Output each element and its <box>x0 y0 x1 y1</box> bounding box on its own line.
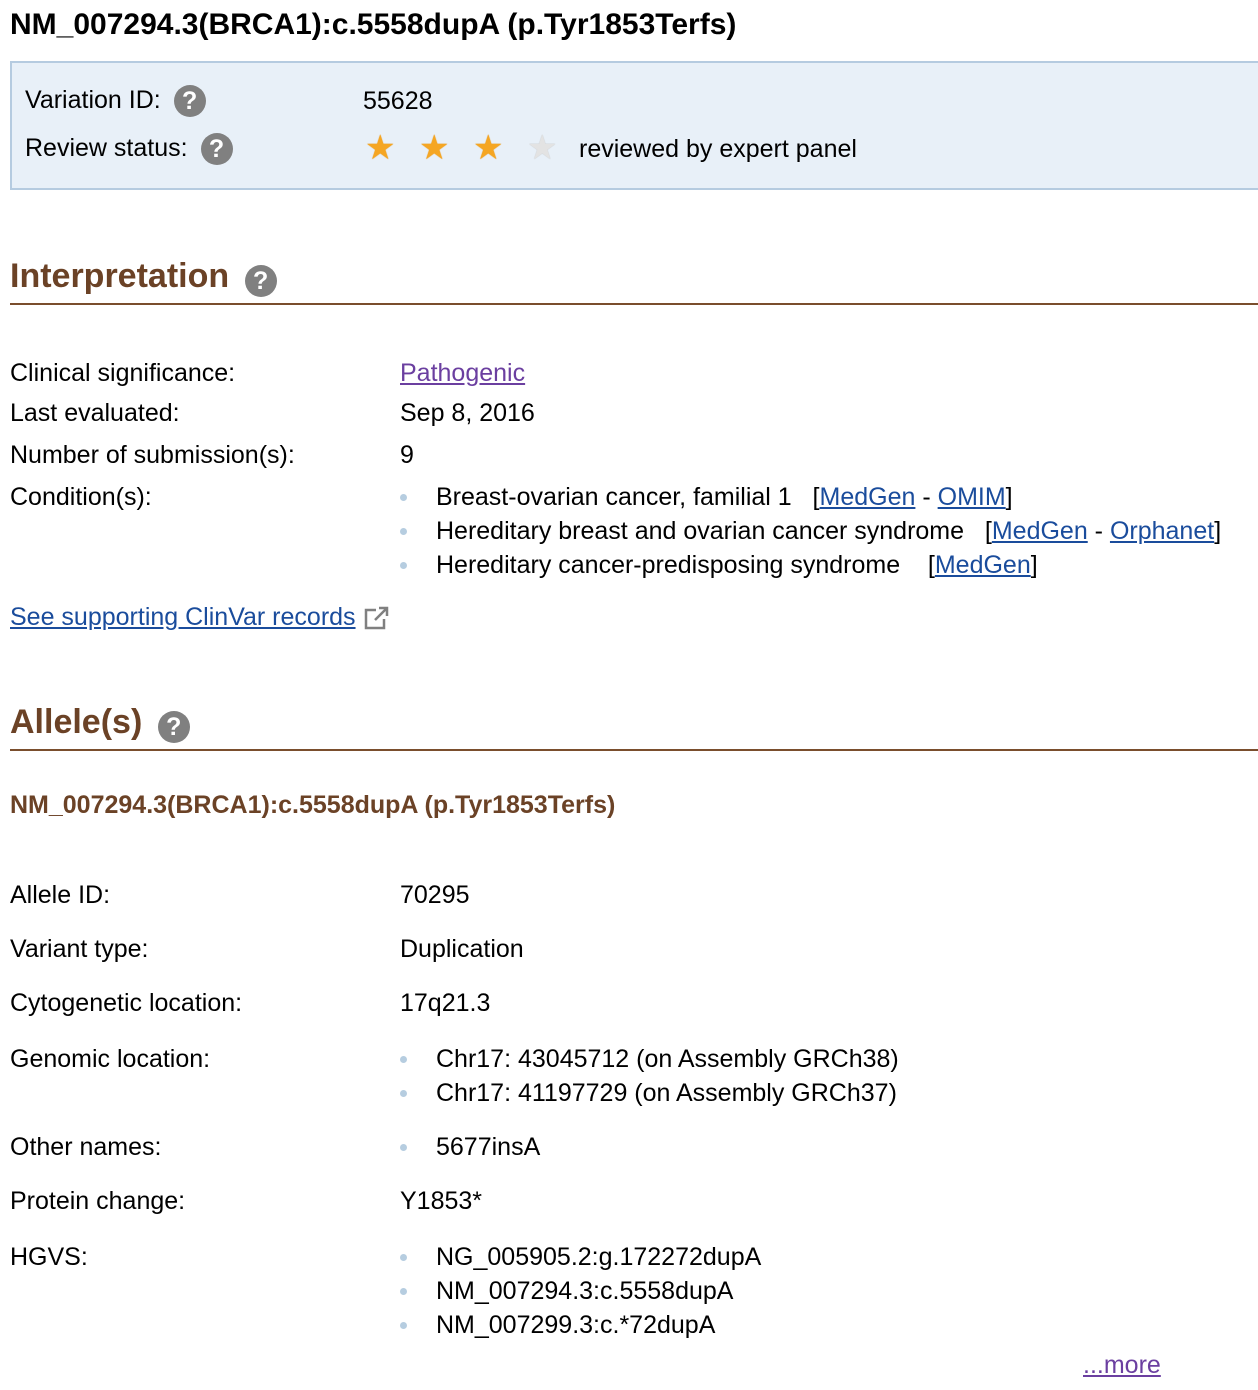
list-bullet <box>400 1254 407 1261</box>
list-bullet <box>400 562 407 569</box>
cytogenetic-value: 17q21.3 <box>400 989 491 1017</box>
help-icon[interactable]: ? <box>157 711 190 744</box>
allele-name: NM_007294.3(BRCA1):c.5558dupA (p.Tyr1853… <box>10 791 616 819</box>
cytogenetic-label: Cytogenetic location: <box>10 989 243 1017</box>
review-status-label: Review status: ? <box>25 132 233 166</box>
star-icon: ★ <box>419 129 450 167</box>
help-icon[interactable]: ? <box>244 265 277 298</box>
clinical-significance-label: Clinical significance: <box>10 359 236 387</box>
clinical-significance-link[interactable]: Pathogenic <box>400 357 525 389</box>
list-bullet <box>400 1288 407 1295</box>
last-evaluated-value: Sep 8, 2016 <box>400 399 535 427</box>
supporting-records-link[interactable]: See supporting ClinVar records <box>10 603 356 631</box>
section-divider <box>10 749 1258 751</box>
interpretation-heading: Interpretation ? <box>10 256 277 298</box>
list-bullet <box>400 494 407 501</box>
variation-summary-box <box>10 61 1258 190</box>
help-icon[interactable]: ? <box>200 133 233 166</box>
page-title: NM_007294.3(BRCA1):c.5558dupA (p.Tyr1853… <box>10 8 737 41</box>
genomic-location-item: Chr17: 43045712 (on Assembly GRCh38) <box>436 1045 899 1073</box>
omim-link[interactable]: OMIM <box>938 483 1006 511</box>
medgen-link[interactable]: MedGen <box>935 551 1031 579</box>
other-name-item: 5677insA <box>436 1133 541 1161</box>
external-link-icon[interactable] <box>364 605 390 631</box>
star-icon: ★ <box>365 129 396 167</box>
last-evaluated-label: Last evaluated: <box>10 399 180 427</box>
list-bullet <box>400 1322 407 1329</box>
genomic-location-label: Genomic location: <box>10 1045 211 1073</box>
protein-change-label: Protein change: <box>10 1187 186 1215</box>
condition-item: Breast-ovarian cancer, familial 1 [MedGe… <box>436 483 1013 511</box>
section-divider <box>10 303 1258 305</box>
submissions-value: 9 <box>400 441 414 469</box>
hgvs-item: NM_007294.3:c.5558dupA <box>436 1277 734 1305</box>
variant-type-label: Variant type: <box>10 935 149 963</box>
other-names-label: Other names: <box>10 1133 162 1161</box>
list-bullet <box>400 1056 407 1063</box>
conditions-label: Condition(s): <box>10 483 152 511</box>
allele-id-label: Allele ID: <box>10 881 111 909</box>
variation-id-label: Variation ID: ? <box>25 84 206 118</box>
alleles-heading: Allele(s) ? <box>10 702 190 744</box>
submissions-label: Number of submission(s): <box>10 441 295 469</box>
supporting-records: See supporting ClinVar records <box>10 601 390 633</box>
condition-item: Hereditary breast and ovarian cancer syn… <box>436 517 1222 545</box>
orphanet-link[interactable]: Orphanet <box>1110 517 1214 545</box>
star-icon: ★ <box>473 129 504 167</box>
hgvs-item: NM_007299.3:c.*72dupA <box>436 1311 716 1339</box>
medgen-link[interactable]: MedGen <box>992 517 1088 545</box>
medgen-link[interactable]: MedGen <box>820 483 916 511</box>
variation-id-value: 55628 <box>363 87 433 115</box>
genomic-location-item: Chr17: 41197729 (on Assembly GRCh37) <box>436 1079 897 1107</box>
list-bullet <box>400 528 407 535</box>
allele-id-value: 70295 <box>400 881 470 909</box>
help-icon[interactable]: ? <box>173 85 206 118</box>
list-bullet <box>400 1144 407 1151</box>
condition-item: Hereditary cancer-predisposing syndrome … <box>436 551 1038 579</box>
star-empty-icon: ★ <box>527 129 558 167</box>
hgvs-item: NG_005905.2:g.172272dupA <box>436 1243 762 1271</box>
variant-type-value: Duplication <box>400 935 524 963</box>
list-bullet <box>400 1090 407 1097</box>
hgvs-label: HGVS: <box>10 1243 88 1271</box>
review-status-value: reviewed by expert panel <box>579 135 857 163</box>
more-link[interactable]: ...more <box>1083 1349 1161 1381</box>
protein-change-value: Y1853* <box>400 1187 483 1215</box>
